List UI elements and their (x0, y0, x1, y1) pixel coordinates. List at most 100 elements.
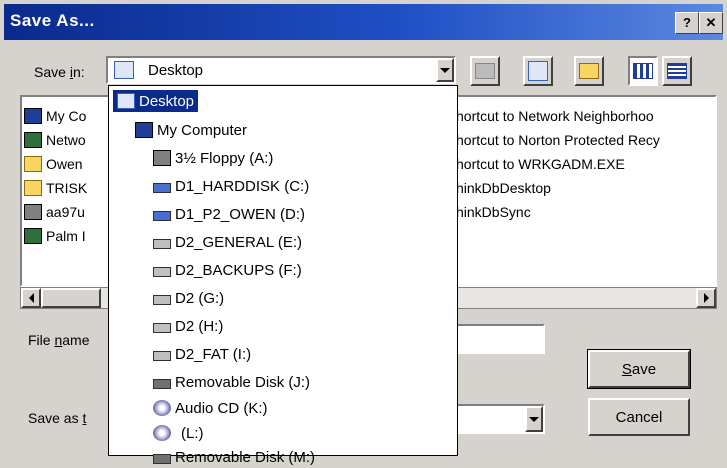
dropdown-item-drive-c[interactable]: D1_HARDDISK (C:) (153, 175, 309, 197)
dropdown-item-label: D1_HARDDISK (C:) (175, 177, 310, 195)
arrow-left-icon (28, 293, 34, 303)
desktop-icon (114, 61, 134, 79)
details-view-icon (667, 63, 687, 79)
desktop-icon (528, 61, 548, 81)
file-icon (24, 204, 42, 220)
save-in-label-suffix: n: (72, 64, 85, 80)
save-button[interactable]: Save (587, 349, 691, 389)
list-item-label: My Co (46, 108, 87, 124)
dropdown-item-drive-h[interactable]: D2 (H:) (153, 315, 223, 337)
hard-drive-icon (153, 267, 171, 277)
dropdown-item-label: My Computer (157, 121, 248, 139)
dialog-title: Save As... (10, 11, 95, 30)
list-item[interactable]: hortcut to Norton Protected Recy (456, 129, 660, 151)
details-view-button[interactable] (662, 56, 692, 86)
dropdown-item-label: Removable Disk (M:) (175, 448, 316, 466)
hard-drive-icon (153, 211, 171, 221)
dropdown-item-my-computer[interactable]: My Computer (135, 119, 247, 141)
new-folder-button[interactable] (574, 56, 604, 86)
list-item[interactable]: Palm I (24, 225, 86, 247)
dropdown-item-label: 3½ Floppy (A:) (175, 149, 274, 167)
help-button[interactable]: ? (675, 12, 699, 34)
floppy-icon (153, 150, 171, 166)
scroll-left-button[interactable] (21, 288, 41, 308)
list-item-label: hinkDbSync (456, 204, 531, 220)
save-button-accesskey: S (621, 360, 632, 378)
chevron-down-icon (529, 416, 539, 422)
list-item[interactable]: hinkDbSync (456, 201, 531, 223)
dropdown-item-floppy[interactable]: 3½ Floppy (A:) (153, 147, 273, 169)
dropdown-item-drive-m[interactable]: Removable Disk (M:) (153, 446, 315, 468)
list-item-label: Netwo (46, 132, 86, 148)
save-in-dropdown-list[interactable]: Desktop My Computer 3½ Floppy (A:) D1_HA… (108, 85, 458, 466)
save-as-dialog: Save As... ? ✕ Save in: Desktop My Co Ne… (0, 0, 727, 466)
close-button[interactable]: ✕ (699, 12, 723, 34)
dropdown-item-label: D2 (H:) (175, 317, 224, 335)
save-in-combobox[interactable]: Desktop (106, 56, 456, 84)
list-item[interactable]: hortcut to Network Neighborhoo (456, 105, 654, 127)
desktop-icon (117, 93, 135, 109)
dropdown-item-label: D1_P2_OWEN (D:) (175, 205, 306, 223)
list-item[interactable]: My Co (24, 105, 86, 127)
dropdown-item-label: Audio CD (K:) (175, 399, 268, 417)
list-item-label: TRISK (46, 180, 88, 196)
list-item[interactable]: hortcut to WRKGADM.EXE (456, 153, 625, 175)
list-item-label: Palm I (46, 228, 86, 244)
save-in-value: Desktop (148, 62, 204, 79)
dropdown-item-label: D2 (G:) (175, 289, 225, 307)
title-bar[interactable]: Save As... ? ✕ (4, 4, 723, 40)
list-item-label: hortcut to Norton Protected Recy (456, 132, 660, 148)
save-in-dropdown-button[interactable] (436, 58, 454, 82)
hard-drive-icon (153, 239, 171, 249)
dropdown-item-drive-f[interactable]: D2_BACKUPS (F:) (153, 259, 302, 281)
scroll-right-button[interactable] (696, 288, 716, 308)
dropdown-item-drive-d[interactable]: D1_P2_OWEN (D:) (153, 203, 305, 225)
list-item[interactable]: hinkDbDesktop (456, 177, 551, 199)
dropdown-item-drive-e[interactable]: D2_GENERAL (E:) (153, 231, 302, 253)
dropdown-item-drive-k[interactable]: Audio CD (K:) (153, 397, 268, 419)
chevron-down-icon (440, 67, 450, 73)
save-in-label: Save in: (34, 64, 85, 80)
list-view-icon (633, 63, 653, 79)
dropdown-item-label: (L:) (181, 424, 204, 442)
dropdown-item-label: D2_GENERAL (E:) (175, 233, 302, 251)
dropdown-item-drive-l[interactable]: (L:) (153, 422, 204, 444)
dropdown-item-label: Removable Disk (J:) (175, 373, 311, 391)
list-item[interactable]: TRISK (24, 177, 87, 199)
dropdown-item-label: Desktop (139, 92, 195, 110)
palm-icon (24, 228, 42, 244)
folder-icon (24, 156, 42, 172)
save-in-label-text: Save (34, 64, 70, 80)
removable-disk-icon (153, 379, 171, 389)
dropdown-item-drive-i[interactable]: D2_FAT (I:) (153, 343, 251, 365)
hard-drive-icon (153, 351, 171, 361)
dropdown-item-drive-j[interactable]: Removable Disk (J:) (153, 371, 310, 393)
list-item-label: hortcut to WRKGADM.EXE (456, 156, 625, 172)
list-item-label: hinkDbDesktop (456, 180, 551, 196)
cancel-button[interactable]: Cancel (588, 398, 690, 436)
save-as-type-dropdown-button[interactable] (525, 406, 543, 432)
dropdown-item-label: D2_BACKUPS (F:) (175, 261, 302, 279)
up-one-level-button[interactable] (470, 56, 500, 86)
cd-icon (153, 400, 171, 416)
dropdown-item-desktop[interactable]: Desktop (113, 90, 199, 112)
save-as-type-label-text: Save as (28, 410, 83, 426)
list-item[interactable]: aa97u (24, 201, 85, 223)
scroll-thumb[interactable] (41, 288, 101, 308)
hard-drive-icon (153, 295, 171, 305)
list-item-label: Owen (46, 156, 83, 172)
hard-drive-icon (153, 183, 171, 193)
list-view-button[interactable] (628, 56, 658, 86)
file-name-label-text: File (28, 332, 55, 348)
save-as-type-label-accesskey: t (82, 410, 87, 426)
hard-drive-icon (153, 323, 171, 333)
computer-icon (24, 108, 42, 124)
list-item[interactable]: Owen (24, 153, 83, 175)
list-item[interactable]: Netwo (24, 129, 86, 151)
up-one-level-icon (475, 63, 495, 79)
cd-icon (153, 425, 171, 441)
save-as-type-label: Save as t (28, 410, 86, 426)
dropdown-item-drive-g[interactable]: D2 (G:) (153, 287, 224, 309)
desktop-button[interactable] (523, 56, 553, 86)
file-name-label: File name (28, 332, 89, 348)
